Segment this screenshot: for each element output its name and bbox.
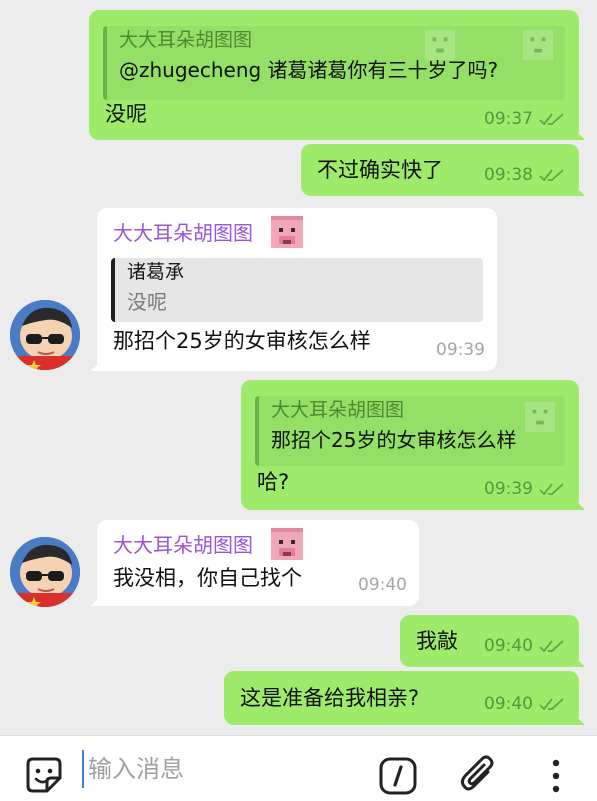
chat-area: 大大耳朵胡图图 @zhugecheng 诸葛诸葛你有三十岁了吗? 没呢 09:3… (0, 0, 597, 735)
more-icon[interactable] (548, 758, 564, 794)
cartoon-boy-avatar-icon (10, 537, 80, 607)
message-meta: 09:39 (436, 335, 485, 365)
reply-text: @zhugecheng 诸葛诸葛你有三十岁了吗? (119, 58, 499, 82)
avatar[interactable] (10, 537, 80, 607)
message-text: 我没相，你自己找个 (113, 566, 302, 590)
pig-emoji-icon (271, 528, 303, 560)
message-bubble[interactable]: 不过确实快了 09:38 (301, 144, 579, 196)
message-meta: 09:40 (484, 631, 565, 661)
message-time: 09:39 (484, 479, 533, 499)
message-meta: 09:40 (358, 570, 407, 600)
reply-quote[interactable]: 大大耳朵胡图图 @zhugecheng 诸葛诸葛你有三十岁了吗? (103, 26, 565, 100)
message-time: 09:40 (484, 636, 533, 656)
reply-quote[interactable]: 大大耳朵胡图图 那招个25岁的女审核怎么样 (255, 396, 565, 466)
sticker-icon[interactable] (25, 756, 63, 794)
read-checkmarks-icon (539, 113, 564, 126)
message-text: 不过确实快了 (317, 158, 443, 182)
message-text: 那招个25岁的女审核怎么样 (113, 329, 371, 353)
message-meta: 09:40 (484, 689, 565, 719)
message-text: 这是准备给我相亲? (240, 686, 420, 710)
reply-sender-name: 大大耳朵胡图图 (271, 399, 405, 421)
read-checkmarks-icon (539, 169, 564, 182)
message-bubble[interactable]: 我敲 09:40 (400, 615, 579, 667)
message-bubble[interactable]: 大大耳朵胡图图 我没相，你自己找个 09:40 (97, 520, 419, 606)
read-checkmarks-icon (539, 698, 564, 711)
reply-sender-name: 大大耳朵胡图图 (119, 29, 253, 51)
message-meta: 09:39 (484, 474, 565, 504)
message-bubble[interactable]: 这是准备给我相亲? 09:40 (224, 671, 579, 725)
pig-emoji-icon (271, 216, 303, 248)
attach-icon[interactable] (458, 754, 498, 798)
message-time: 09:39 (436, 340, 485, 360)
cartoon-boy-avatar-icon (10, 300, 80, 370)
read-checkmarks-icon (539, 640, 564, 653)
message-meta: 09:37 (484, 104, 565, 134)
message-time: 09:40 (484, 694, 533, 714)
sticker-watermark-icon (425, 30, 455, 60)
sender-name[interactable]: 大大耳朵胡图图 (113, 530, 253, 560)
message-bubble[interactable]: 大大耳朵胡图图 @zhugecheng 诸葛诸葛你有三十岁了吗? 没呢 09:3… (89, 10, 579, 140)
message-bubble[interactable]: 大大耳朵胡图图 诸葛承 没呢 那招个25岁的女审核怎么样 09:39 (97, 208, 497, 371)
message-time: 09:37 (484, 109, 533, 129)
reply-quote[interactable]: 诸葛承 没呢 (111, 258, 483, 322)
message-text: 没呢 (105, 102, 147, 126)
reply-text: 没呢 (127, 290, 167, 314)
message-composer (0, 735, 597, 801)
message-time: 09:40 (358, 575, 407, 595)
read-checkmarks-icon (539, 483, 564, 496)
sticker-watermark-icon (523, 30, 553, 60)
message-time: 09:38 (484, 165, 533, 185)
message-input[interactable] (82, 750, 358, 788)
avatar[interactable] (10, 300, 80, 370)
message-meta: 09:38 (484, 160, 565, 190)
message-text: 哈? (257, 470, 290, 494)
reply-sender-name: 诸葛承 (127, 261, 185, 283)
reply-text: 那招个25岁的女审核怎么样 (271, 428, 517, 452)
message-text: 我敲 (416, 629, 458, 653)
sticker-watermark-icon (525, 402, 555, 432)
command-icon[interactable] (378, 756, 418, 796)
message-bubble[interactable]: 大大耳朵胡图图 那招个25岁的女审核怎么样 哈? 09:39 (241, 380, 579, 510)
sender-name[interactable]: 大大耳朵胡图图 (113, 218, 253, 248)
